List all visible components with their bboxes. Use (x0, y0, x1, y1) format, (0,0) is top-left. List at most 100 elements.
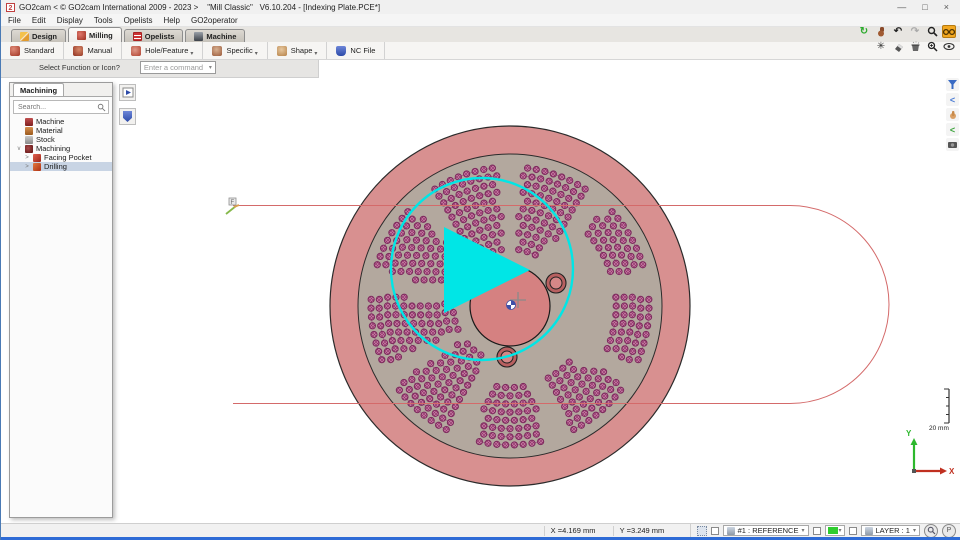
specific-icon (212, 45, 223, 56)
manual-label: Manual (87, 46, 113, 55)
tree-label: Facing Pocket (44, 153, 92, 162)
reference-checkbox[interactable] (710, 526, 719, 535)
p-badge-icon[interactable]: P (942, 523, 956, 538)
title-bar: 2 GO2cam < © GO2cam International 2009 -… (1, 0, 960, 14)
search-input[interactable] (16, 102, 97, 112)
tree-label: Material (36, 126, 63, 135)
tab-opelists[interactable]: Opelists (123, 29, 184, 42)
manual-button[interactable]: Manual (64, 42, 123, 59)
chevron-right-icon[interactable]: > (24, 155, 30, 161)
chevron-down-icon: ▾ (801, 528, 805, 534)
regenerate-icon[interactable]: ↻ (857, 25, 871, 38)
search-box[interactable] (13, 100, 109, 114)
cleanup-icon[interactable]: ✳ (874, 40, 888, 53)
machining-tree: Machine Material Stock v Machining > Fac… (10, 116, 112, 171)
shape-button[interactable]: Shape ▾ (268, 42, 328, 59)
tree-item-material[interactable]: Material (10, 126, 112, 135)
menu-edit[interactable]: Edit (32, 16, 46, 25)
color-checkbox[interactable] (812, 526, 821, 535)
view-tools: ↻ ↶ ↷ ✳ (857, 25, 956, 53)
zoom-status-icon[interactable] (924, 523, 938, 538)
cursor-x-readout: X =4.169 mm (543, 525, 613, 536)
zoom-icon[interactable] (925, 25, 939, 38)
tree-item-stock[interactable]: Stock (10, 135, 112, 144)
eraser-icon[interactable] (891, 40, 905, 53)
layer-icon (864, 526, 873, 535)
drawing-viewport[interactable]: F 20 mm Y X (1, 58, 960, 524)
manual-icon (73, 45, 84, 56)
go2-glasses-icon[interactable] (942, 25, 956, 38)
filter-icon[interactable] (946, 78, 959, 91)
layer-checkbox[interactable] (848, 526, 857, 535)
close-button[interactable]: × (944, 2, 949, 12)
layer-dropdown[interactable]: LAYER : 1 ▾ (860, 525, 920, 536)
tree-item-machine[interactable]: Machine (10, 117, 112, 126)
side-tools: < < (946, 78, 959, 151)
tool-shield-icon (123, 111, 132, 122)
x-axis-label: X (949, 467, 955, 476)
collapse-green-icon[interactable]: < (946, 123, 959, 136)
panel-tab-strip: Machining (10, 83, 112, 97)
maximize-button[interactable]: □ (922, 2, 927, 12)
tree-item-machining[interactable]: v Machining (10, 144, 112, 153)
tab-machine-label: Machine (206, 31, 237, 41)
cursor-y-readout: Y =3.249 mm (612, 525, 682, 536)
opelists-icon (132, 31, 142, 41)
machining-icon (25, 144, 33, 153)
ribbon-toolbar: Standard Manual Hole/Feature ▾ Specific … (1, 42, 960, 60)
nc-file-label: NC File (350, 46, 376, 55)
reference-icon (726, 526, 735, 535)
tree-item-facing-pocket[interactable]: > Facing Pocket (10, 153, 112, 162)
header: 2 GO2cam < © GO2cam International 2009 -… (1, 0, 960, 60)
grid-toggle-icon[interactable] (696, 525, 707, 536)
shape-label: Shape (290, 46, 313, 55)
command-combobox[interactable]: Enter a command ▾ (139, 61, 216, 74)
menu-display[interactable]: Display (57, 16, 83, 25)
scale-label: 20 mm (929, 425, 949, 432)
pick-hand-icon[interactable] (874, 25, 888, 38)
chevron-right-icon[interactable]: > (24, 164, 30, 170)
menu-go2operator[interactable]: GO2operator (191, 16, 238, 25)
color-dropdown[interactable]: ▾ (824, 525, 845, 536)
clean-bucket-icon[interactable] (908, 40, 922, 53)
standard-button[interactable]: Standard (1, 42, 65, 59)
tab-design[interactable]: Design (11, 29, 67, 42)
chevron-down-icon[interactable]: ▾ (314, 50, 317, 57)
redo-icon[interactable]: ↷ (908, 25, 922, 38)
panel-tab-machining[interactable]: Machining (13, 83, 65, 96)
undo-icon[interactable]: ↶ (891, 25, 905, 38)
pan-hand-icon[interactable] (946, 108, 959, 121)
chevron-down-icon[interactable]: v (16, 146, 22, 152)
tree-label: Machine (36, 117, 65, 126)
hole-feature-button[interactable]: Hole/Feature ▾ (122, 42, 204, 59)
menu-help[interactable]: Help (164, 16, 180, 25)
menu-opelists[interactable]: Opelists (124, 16, 153, 25)
tree-item-drilling[interactable]: > Drilling (10, 162, 112, 171)
minimize-button[interactable]: — (897, 2, 906, 12)
tree-label: Stock (36, 135, 55, 144)
nc-file-button[interactable]: NC File (327, 42, 386, 59)
tree-label: Machining (36, 144, 71, 153)
zoom-plus-icon[interactable] (925, 40, 939, 53)
tab-milling[interactable]: Milling (68, 27, 122, 42)
nc-file-icon (336, 45, 347, 56)
chevron-down-icon[interactable]: ▾ (255, 50, 258, 57)
visibility-icon[interactable] (942, 40, 956, 53)
reference-dropdown[interactable]: #1 : REFERENCE ▾ (722, 525, 809, 536)
stock-icon (25, 135, 33, 144)
search-icon (97, 103, 106, 111)
command-prompt: Select Function or Icon? (39, 63, 120, 72)
menu-file[interactable]: File (8, 16, 21, 25)
simulation-button[interactable] (119, 84, 136, 101)
shape-icon (276, 45, 287, 56)
tool-manager-button[interactable] (119, 108, 136, 125)
machine-icon (25, 117, 33, 126)
menu-tools[interactable]: Tools (94, 16, 113, 25)
tab-machine[interactable]: Machine (185, 29, 246, 42)
specific-button[interactable]: Specific ▾ (203, 42, 268, 59)
camera-icon[interactable] (946, 138, 959, 151)
collapse-blue-icon[interactable]: < (946, 93, 959, 106)
play-window-icon (122, 87, 133, 98)
tree-label: Drilling (44, 162, 67, 171)
chevron-down-icon[interactable]: ▾ (190, 50, 193, 57)
